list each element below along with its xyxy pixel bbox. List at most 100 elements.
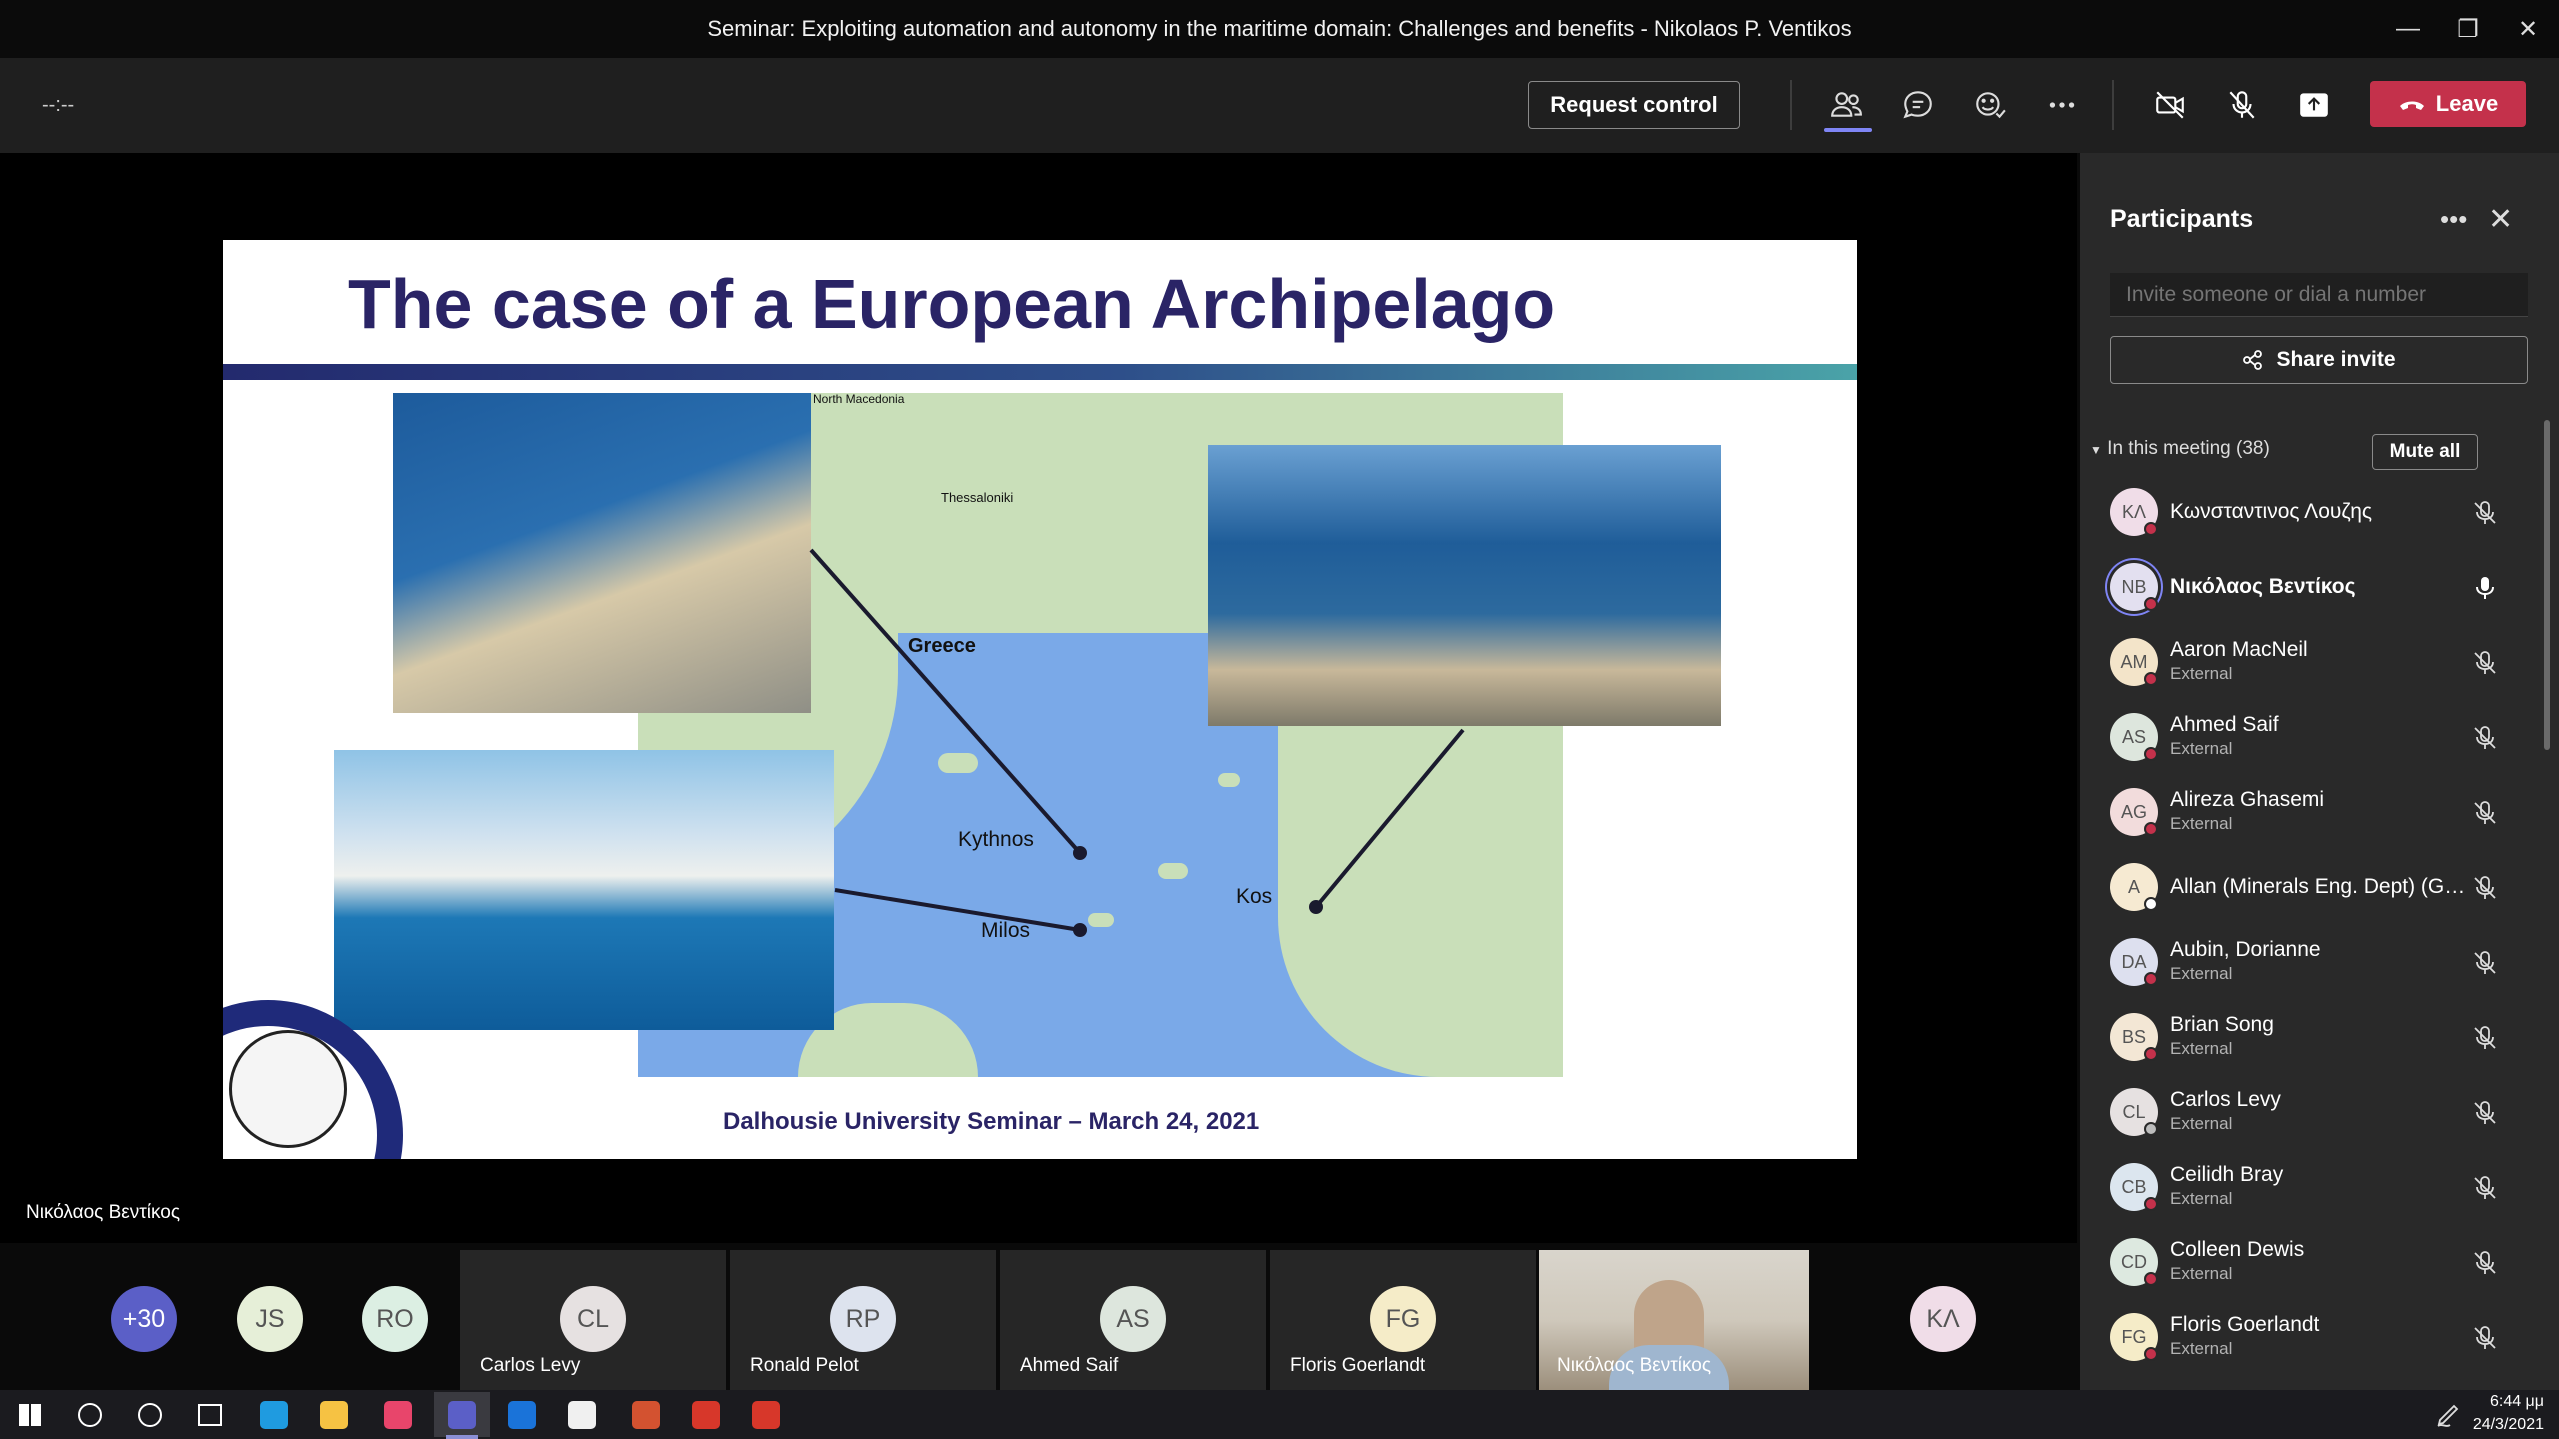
- in-meeting-section-toggle[interactable]: ▼ In this meeting (38): [2090, 438, 2270, 460]
- panel-close-icon[interactable]: ✕: [2488, 202, 2513, 237]
- participant-tile[interactable]: CL Carlos Levy: [460, 1250, 726, 1390]
- search-icon[interactable]: [62, 1392, 118, 1437]
- presence-status-icon: [2144, 822, 2158, 836]
- slack-icon[interactable]: [370, 1392, 426, 1437]
- share-invite-label: Share invite: [2276, 348, 2396, 371]
- participant-name: Ahmed Saif: [2170, 713, 2279, 736]
- teams-icon-glyph: [448, 1400, 476, 1429]
- camera-off-icon[interactable]: [2142, 80, 2198, 130]
- presence-status-icon: [2144, 747, 2158, 761]
- mic-off-icon[interactable]: [2472, 1025, 2498, 1051]
- participant-name: Brian Song: [2170, 1013, 2274, 1036]
- leave-button[interactable]: Leave: [2370, 81, 2526, 127]
- file-explorer-icon[interactable]: [306, 1392, 362, 1437]
- mic-off-icon[interactable]: [2472, 950, 2498, 976]
- participant-row[interactable]: CD Colleen Dewis External: [2110, 1232, 2530, 1292]
- acrobat-icon[interactable]: [678, 1392, 734, 1437]
- edge-icon[interactable]: [246, 1392, 302, 1437]
- tile-name: Ronald Pelot: [750, 1355, 859, 1376]
- teams-icon[interactable]: [434, 1392, 490, 1437]
- ntua-seal-logo: [229, 1030, 347, 1148]
- mic-off-icon[interactable]: [2472, 500, 2498, 526]
- people-active-indicator: [1824, 128, 1872, 132]
- chat-icon[interactable]: [1890, 80, 1946, 130]
- participant-org: External: [2170, 964, 2233, 983]
- participant-tile[interactable]: RP Ronald Pelot: [730, 1250, 996, 1390]
- app-icon-glyph: [752, 1400, 780, 1429]
- map-label-kos: Kos: [1236, 885, 1273, 908]
- participant-org: External: [2170, 1114, 2233, 1133]
- participant-row[interactable]: DA Aubin, Dorianne External: [2110, 932, 2530, 992]
- people-icon[interactable]: [1818, 80, 1874, 130]
- mic-off-icon[interactable]: [2472, 875, 2498, 901]
- more-icon[interactable]: [2034, 80, 2090, 130]
- hang-up-icon: [2399, 101, 2424, 110]
- presence-status-icon: [2144, 1272, 2158, 1286]
- acrobat-icon-glyph: [692, 1400, 720, 1429]
- participant-row[interactable]: CB Ceilidh Bray External: [2110, 1157, 2530, 1217]
- mic-on-icon[interactable]: [2472, 575, 2498, 601]
- participants-scrollbar[interactable]: [2544, 420, 2550, 750]
- mic-off-icon[interactable]: [2472, 1175, 2498, 1201]
- participant-name: Allan (Minerals Eng. Dept) (Guest): [2170, 875, 2470, 898]
- presenter-video-tile: Νικόλαος Βεντίκος: [1539, 1250, 1809, 1390]
- map-label-milos: Milos: [981, 919, 1031, 942]
- mic-off-icon[interactable]: [2472, 800, 2498, 826]
- reactions-icon[interactable]: [1962, 80, 2018, 130]
- mic-off-icon[interactable]: [2472, 650, 2498, 676]
- participant-row[interactable]: NB Νικόλαος Βεντίκος: [2110, 557, 2530, 617]
- share-icon[interactable]: [2286, 80, 2342, 130]
- task-view-icon[interactable]: [182, 1392, 238, 1437]
- mic-off-icon[interactable]: [2472, 1325, 2498, 1351]
- close-window-button[interactable]: ✕: [2492, 0, 2559, 58]
- avatar: RO: [362, 1286, 428, 1352]
- presence-status-icon: [2144, 1047, 2158, 1061]
- avatar: AS: [1100, 1286, 1166, 1352]
- participant-row[interactable]: A Allan (Minerals Eng. Dept) (Guest): [2110, 857, 2530, 917]
- overflow-avatar[interactable]: +30: [111, 1286, 177, 1352]
- presence-status-icon: [2144, 897, 2158, 911]
- mic-off-icon[interactable]: [2214, 80, 2270, 130]
- participant-row[interactable]: BS Brian Song External: [2110, 1007, 2530, 1067]
- participant-row[interactable]: FG Floris Goerlandt External: [2110, 1307, 2530, 1367]
- mic-off-icon[interactable]: [2472, 725, 2498, 751]
- participant-tile[interactable]: AS Ahmed Saif: [1000, 1250, 1266, 1390]
- participant-tile[interactable]: FG Floris Goerlandt: [1270, 1250, 1536, 1390]
- mic-off-icon[interactable]: [2472, 1100, 2498, 1126]
- participant-row[interactable]: ΚΛ Κωνσταντινος Λουζης: [2110, 482, 2530, 542]
- participant-name: Νικόλαος Βεντίκος: [2170, 575, 2356, 598]
- toolbar-divider: [1790, 80, 1792, 130]
- request-control-button[interactable]: Request control: [1528, 81, 1740, 129]
- meeting-timer: --:--: [42, 94, 75, 116]
- app-icon[interactable]: [738, 1392, 794, 1437]
- participant-org: External: [2170, 1189, 2233, 1208]
- outlook-icon[interactable]: [494, 1392, 550, 1437]
- map-label-kythnos: Kythnos: [958, 828, 1034, 851]
- video-tile-name: Νικόλαος Βεντίκος: [1557, 1355, 1711, 1376]
- participant-org: External: [2170, 664, 2233, 683]
- participant-org: External: [2170, 814, 2233, 833]
- start-icon[interactable]: [2, 1392, 58, 1437]
- pen-icon[interactable]: [2435, 1400, 2465, 1430]
- panel-more-icon[interactable]: •••: [2440, 204, 2467, 235]
- invite-input[interactable]: [2110, 273, 2528, 317]
- clock-time[interactable]: 6:44 μμ: [2468, 1393, 2544, 1411]
- participant-org: External: [2170, 1339, 2233, 1358]
- avatar: JS: [237, 1286, 303, 1352]
- typora-icon[interactable]: [554, 1392, 610, 1437]
- participant-row[interactable]: CL Carlos Levy External: [2110, 1082, 2530, 1142]
- share-invite-button[interactable]: Share invite: [2110, 336, 2528, 384]
- typora-icon-glyph: [568, 1400, 596, 1429]
- tile-name: Ahmed Saif: [1020, 1355, 1119, 1376]
- participant-name: Aubin, Dorianne: [2170, 938, 2321, 961]
- participant-row[interactable]: AM Aaron MacNeil External: [2110, 632, 2530, 692]
- powerpoint-icon[interactable]: [618, 1392, 674, 1437]
- participant-name: Κωνσταντινος Λουζης: [2170, 500, 2373, 523]
- clock-date[interactable]: 24/3/2021: [2468, 1416, 2544, 1434]
- mute-all-button[interactable]: Mute all: [2372, 434, 2478, 470]
- cortana-icon[interactable]: [122, 1392, 178, 1437]
- participant-row[interactable]: AS Ahmed Saif External: [2110, 707, 2530, 767]
- mic-off-icon[interactable]: [2472, 1250, 2498, 1276]
- participant-row[interactable]: AG Alireza Ghasemi External: [2110, 782, 2530, 842]
- edge-icon-glyph: [260, 1400, 288, 1429]
